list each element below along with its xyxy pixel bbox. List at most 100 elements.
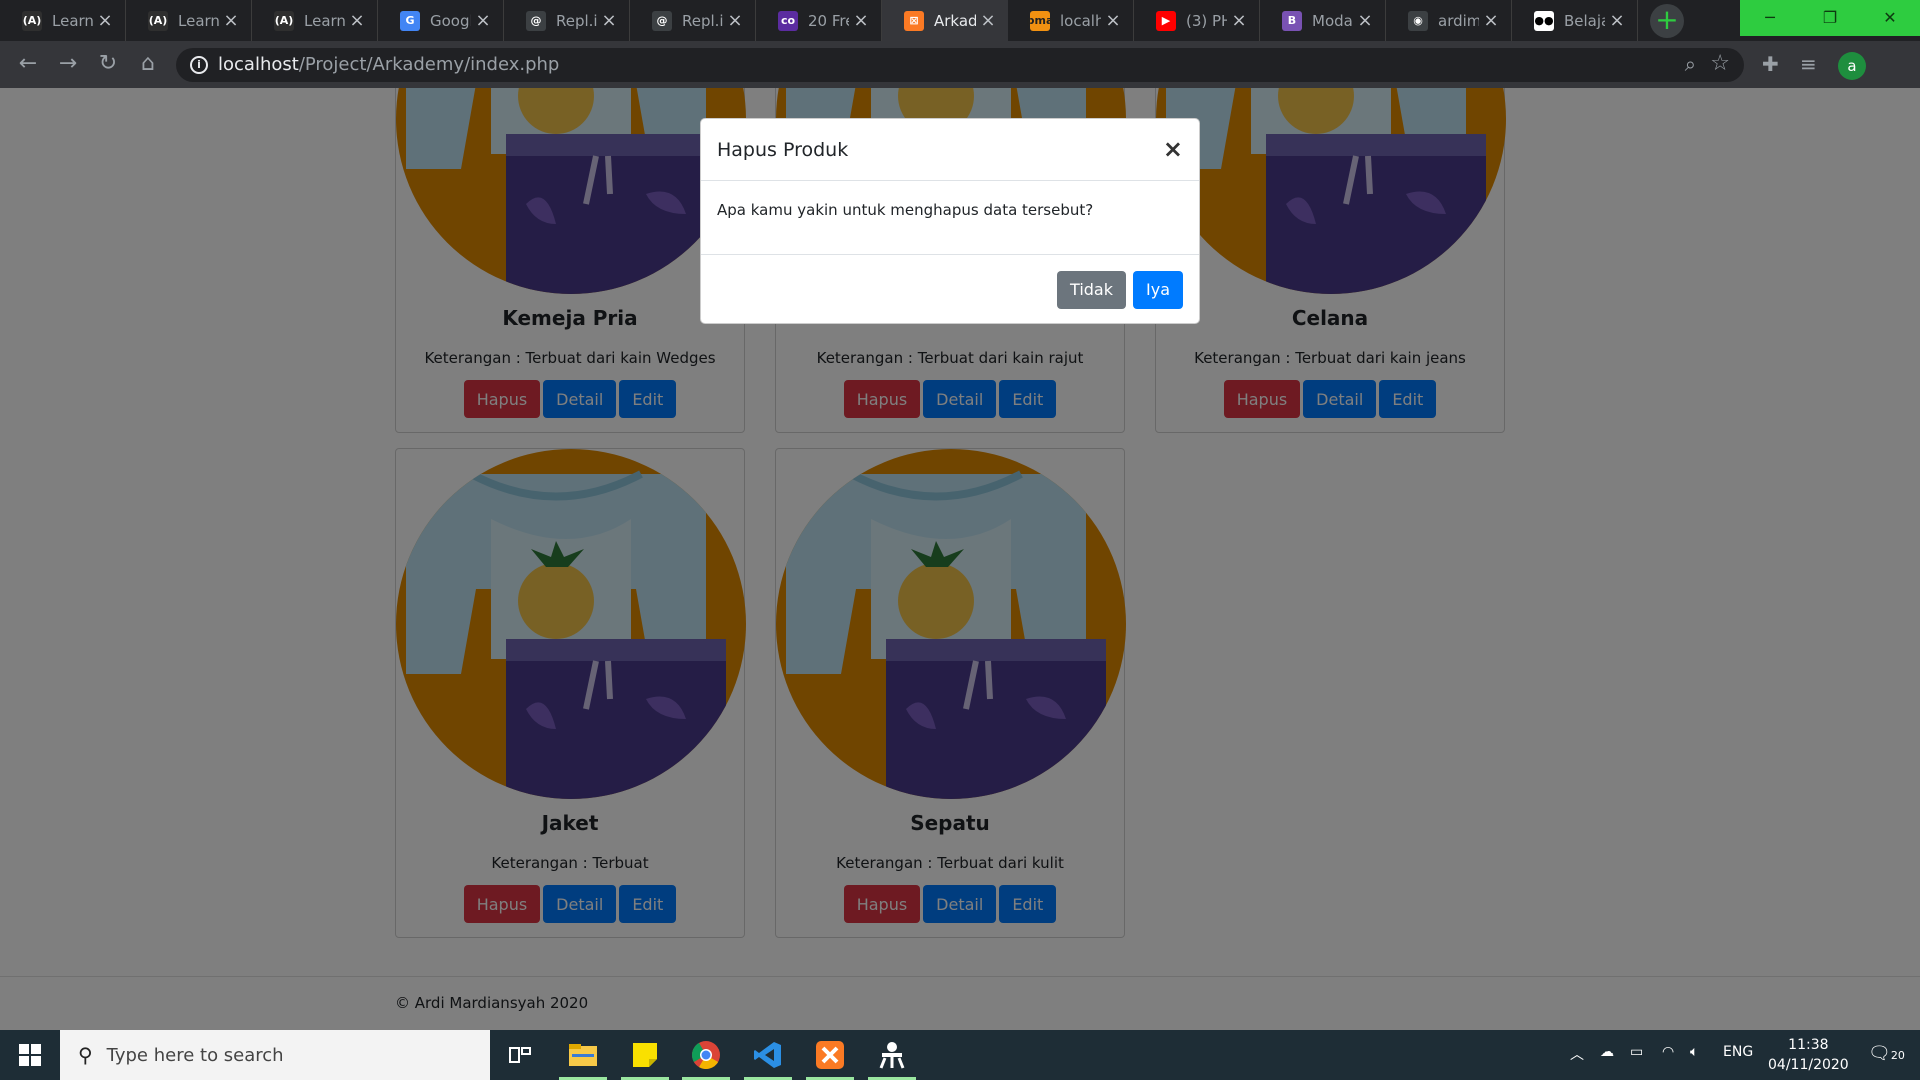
close-tab-icon[interactable]: × <box>93 10 117 31</box>
close-tab-icon[interactable]: × <box>1227 10 1251 31</box>
angular-learn-icon: (A) <box>148 10 168 31</box>
onedrive-icon[interactable]: ☁ <box>1600 1044 1614 1060</box>
language-indicator[interactable]: ENG <box>1723 1044 1753 1060</box>
confirm-delete-button[interactable]: Iya <box>1133 270 1183 309</box>
extensions-icon[interactable]: ✚ <box>1762 52 1779 76</box>
tab-title: Learn / <box>52 11 93 30</box>
app-icon[interactable] <box>868 1037 916 1080</box>
address-bar[interactable]: i localhost/Project/Arkademy/index.php ⌕… <box>176 48 1744 82</box>
browser-tab[interactable]: @ Repl.it× <box>630 0 756 41</box>
close-tab-icon[interactable]: × <box>1479 10 1503 31</box>
bootstrap-icon: B <box>1282 10 1302 31</box>
browser-tab[interactable]: pma localhc× <box>1008 0 1134 41</box>
notification-count: 20 <box>1890 1049 1905 1062</box>
bookmark-star-icon[interactable]: ☆ <box>1710 51 1730 76</box>
delete-modal: Hapus Produk × Apa kamu yakin untuk meng… <box>700 118 1200 324</box>
zoom-icon[interactable]: ⌕ <box>1685 52 1696 76</box>
close-tab-icon[interactable]: × <box>597 10 621 31</box>
profile-avatar[interactable]: a <box>1838 52 1866 80</box>
github-icon: ◉ <box>1408 10 1428 31</box>
windows-taskbar: ⚲ Type here to search ︿ ☁ ▭ ◠ 🔈︎ ENG 11:… <box>0 1030 1920 1080</box>
browser-tab[interactable]: ●● Belajar× <box>1512 0 1638 41</box>
restore-button[interactable]: ❐ <box>1800 0 1860 36</box>
close-tab-icon[interactable]: × <box>849 10 873 31</box>
battery-icon[interactable]: ▭ <box>1630 1044 1643 1060</box>
replit-icon: @ <box>526 10 546 31</box>
wifi-icon[interactable]: ◠ <box>1662 1044 1674 1060</box>
tab-title: 20 Fre <box>808 11 849 30</box>
xampp-icon: ⊠ <box>904 10 924 31</box>
taskbar-clock[interactable]: 11:38 04/11/2020 <box>1768 1035 1849 1075</box>
close-tab-icon[interactable]: × <box>1605 10 1629 31</box>
chrome-icon[interactable] <box>682 1037 730 1080</box>
show-hidden-icons[interactable]: ︿ <box>1570 1044 1584 1064</box>
browser-tab[interactable]: @ Repl.it× <box>504 0 630 41</box>
close-tab-icon[interactable]: × <box>1353 10 1377 31</box>
forward-icon[interactable]: → <box>52 49 84 81</box>
close-icon[interactable]: × <box>1163 135 1183 163</box>
close-tab-icon[interactable]: × <box>723 10 747 31</box>
browser-tab[interactable]: B Modal × <box>1260 0 1386 41</box>
tab-title: (3) PH <box>1186 11 1227 30</box>
sticky-notes-icon[interactable] <box>621 1037 669 1080</box>
site-info-icon[interactable]: i <box>190 56 208 74</box>
tab-title: ardimr <box>1438 11 1479 30</box>
tab-title: Learn E <box>178 11 219 30</box>
volume-icon[interactable]: 🔈︎ <box>1690 1044 1698 1060</box>
windows-logo-icon <box>19 1044 41 1066</box>
xampp-icon[interactable] <box>806 1037 854 1080</box>
tab-title: Belajar <box>1564 11 1605 30</box>
new-tab-button[interactable]: + <box>1650 4 1684 38</box>
tab-strip: (A)Learn /×(A)Learn E×(A)Learn t×GGoogl×… <box>0 0 1920 41</box>
media-control-icon[interactable]: ≡ <box>1800 52 1817 76</box>
vscode-icon[interactable] <box>744 1037 792 1080</box>
clock-time: 11:38 <box>1788 1037 1829 1053</box>
close-tab-icon[interactable]: × <box>1101 10 1125 31</box>
windows-start-button[interactable] <box>0 1030 60 1080</box>
minimize-button[interactable]: ─ <box>1740 0 1800 36</box>
close-tab-icon[interactable]: × <box>219 10 243 31</box>
tab-title: Arkade <box>934 11 976 30</box>
modal-body-text: Apa kamu yakin untuk menghapus data ters… <box>717 201 1094 219</box>
replit-icon: @ <box>652 10 672 31</box>
home-icon[interactable]: ⌂ <box>132 49 164 81</box>
tab-title: Googl <box>430 11 471 30</box>
file-explorer-icon[interactable] <box>559 1037 607 1080</box>
tab-title: Repl.it <box>682 11 723 30</box>
modal-title: Hapus Produk <box>717 139 849 161</box>
phpmyadmin-icon: pma <box>1027 10 1053 31</box>
back-icon[interactable]: ← <box>12 49 44 81</box>
tab-title: Repl.it <box>556 11 597 30</box>
tab-title: Modal <box>1312 11 1353 30</box>
tab-title: localhc <box>1060 11 1101 30</box>
close-tab-icon[interactable]: × <box>471 10 495 31</box>
modal-footer: Tidak Iya <box>701 254 1199 324</box>
browser-tab[interactable]: G Googl × <box>378 0 504 41</box>
task-view-icon[interactable] <box>502 1037 538 1073</box>
close-window-button[interactable]: ✕ <box>1860 0 1920 36</box>
reload-icon[interactable]: ↻ <box>92 49 124 81</box>
angular-learn-icon: (A) <box>274 10 294 31</box>
browser-tab[interactable]: ▶ (3) PH × <box>1134 0 1260 41</box>
address-toolbar: ← → ↻ ⌂ i localhost/Project/Arkademy/ind… <box>0 41 1920 88</box>
browser-tab[interactable]: (A) Learn /× <box>0 0 126 41</box>
browser-tab[interactable]: ◉ ardimr× <box>1386 0 1512 41</box>
clock-date: 04/11/2020 <box>1768 1057 1849 1073</box>
taskbar-search-box[interactable]: ⚲ Type here to search <box>60 1030 490 1080</box>
browser-tab[interactable]: (A) Learn t× <box>252 0 378 41</box>
browser-tab[interactable]: co 20 Fre× <box>756 0 882 41</box>
google-translate-icon: G <box>400 10 420 31</box>
notification-center-icon[interactable]: 🗨︎20 <box>1868 1043 1905 1064</box>
close-tab-icon[interactable]: × <box>345 10 369 31</box>
url-text[interactable]: localhost/Project/Arkademy/index.php <box>218 54 559 75</box>
colorlib-icon: co <box>778 10 798 31</box>
youtube-icon: ▶ <box>1156 10 1176 31</box>
medium-icon: ●● <box>1534 10 1554 31</box>
cancel-button[interactable]: Tidak <box>1057 270 1126 309</box>
angular-learn-icon: (A) <box>22 10 42 31</box>
browser-tab[interactable]: ⊠ Arkade× <box>882 0 1008 41</box>
browser-tab[interactable]: (A) Learn E× <box>126 0 252 41</box>
close-tab-icon[interactable]: × <box>976 10 1000 31</box>
tab-title: Learn t <box>304 11 345 30</box>
search-placeholder: Type here to search <box>106 1044 284 1066</box>
